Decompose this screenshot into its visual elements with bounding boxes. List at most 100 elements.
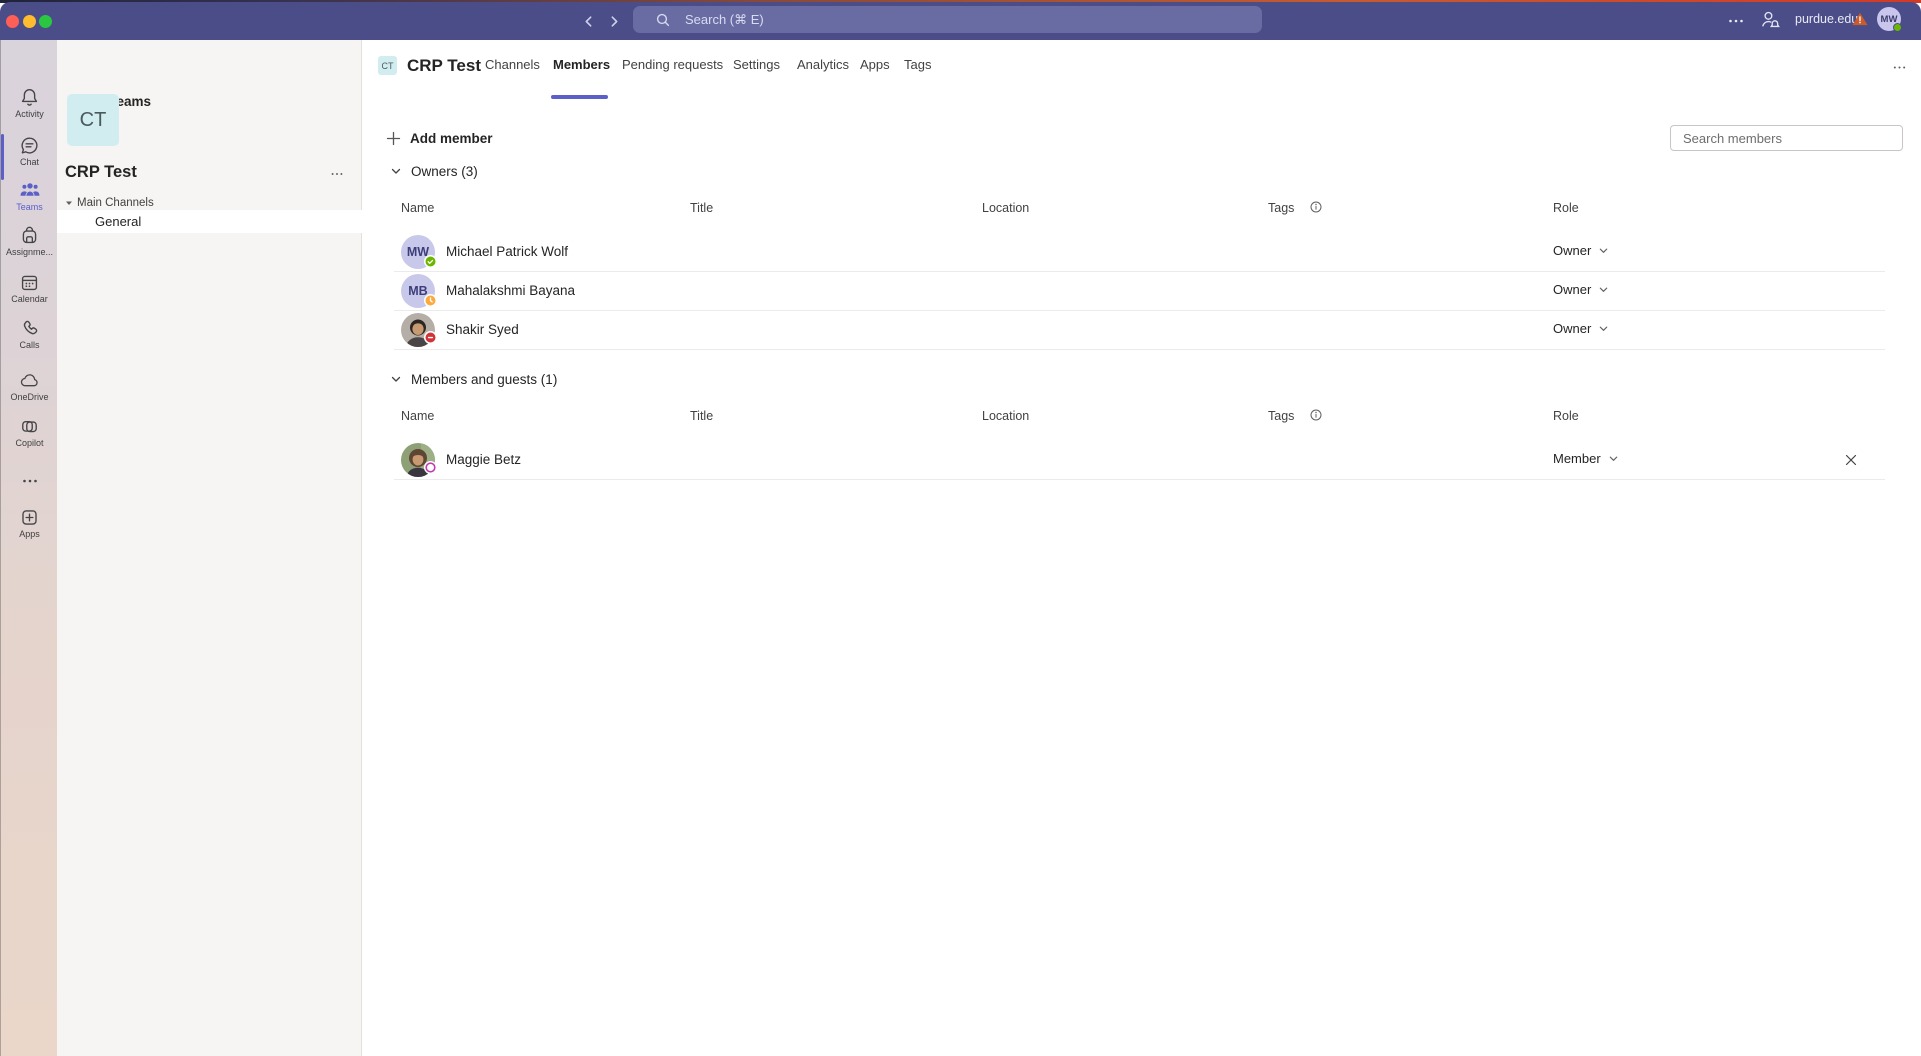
tab-analytics[interactable]: Analytics	[797, 57, 849, 72]
backpack-icon	[19, 224, 40, 246]
main-panel: CT CRP Test Channels Members Pending reque…	[362, 40, 1921, 1056]
rail-item-onedrive[interactable]: OneDrive	[1, 369, 58, 402]
rail-item-calendar[interactable]: Calendar	[1, 271, 58, 304]
minimize-window-button[interactable]	[23, 15, 36, 28]
user-avatar[interactable]: MW	[1877, 7, 1901, 31]
rail-item-teams[interactable]: Teams	[1, 179, 58, 212]
phone-icon	[19, 317, 40, 339]
chat-icon	[19, 134, 40, 156]
team-avatar-initials: CT	[80, 109, 107, 132]
role-value: Owner	[1553, 243, 1591, 258]
sidebar-item-general-channel[interactable]: General	[57, 210, 362, 233]
channel-group-toggle[interactable]: Main Channels	[65, 197, 154, 209]
page-title: CRP Test	[407, 56, 481, 76]
presence-busy-icon	[424, 331, 437, 349]
header-more-icon[interactable]	[1888, 58, 1910, 76]
rail-item-chat[interactable]: Chat	[1, 134, 58, 167]
tab-settings[interactable]: Settings	[733, 57, 780, 72]
titlebar-more-icon[interactable]	[1726, 11, 1746, 31]
member-name: Shakir Syed	[446, 322, 519, 337]
sidebar-team-name: CRP Test	[65, 163, 137, 182]
tab-members[interactable]: Members	[553, 57, 610, 72]
role-dropdown[interactable]: Member	[1553, 451, 1619, 466]
apps-icon	[19, 506, 40, 528]
active-tab-underline	[551, 95, 608, 99]
section-toggle-members-and-guests[interactable]: Members and guests (1)	[390, 369, 557, 389]
role-value: Member	[1553, 451, 1601, 466]
zoom-window-button[interactable]	[39, 15, 52, 28]
role-value: Owner	[1553, 282, 1591, 297]
chevron-down-icon	[390, 373, 402, 385]
rail-item-label: OneDrive	[10, 392, 48, 402]
member-row: Maggie BetzMember	[394, 441, 1885, 480]
more-icon	[20, 470, 40, 492]
team-options-icon[interactable]	[325, 164, 349, 184]
column-header-location: Location	[982, 409, 1029, 423]
calendar-icon	[19, 271, 40, 293]
close-icon	[1844, 453, 1858, 467]
rail-item-assignme[interactable]: Assignme...	[1, 224, 58, 257]
close-window-button[interactable]	[6, 15, 19, 28]
member-row: MBMahalakshmi BayanaOwner	[394, 272, 1885, 311]
section-title: Owners (3)	[411, 164, 478, 179]
member-avatar: MW	[401, 235, 435, 269]
tab-pending-requests[interactable]: Pending requests	[622, 57, 723, 72]
invite-people-icon[interactable]	[1758, 8, 1781, 31]
column-header-role: Role	[1553, 201, 1579, 215]
team-avatar: CT	[67, 94, 119, 146]
user-presence-available-icon	[1893, 23, 1902, 32]
app-rail: Activity Chat Teams Assignme... Calendar Call…	[0, 40, 57, 1056]
rail-item-label: Assignme...	[6, 247, 53, 257]
member-row: MW Michael Patrick Wolf Owner	[394, 233, 1885, 272]
tab-channels[interactable]: Channels	[485, 57, 540, 72]
member-avatar	[401, 313, 435, 347]
global-search-input[interactable]: Search (⌘ E)	[633, 6, 1262, 33]
header-team-avatar: CT	[378, 56, 397, 75]
rail-item-label: Calendar	[11, 294, 48, 304]
column-header-title: Title	[690, 409, 713, 423]
info-icon[interactable]	[1310, 201, 1322, 216]
section-toggle-owners[interactable]: Owners (3)	[390, 161, 478, 181]
teams-sidebar: All teams CT CRP Test Main Channels Gene…	[57, 40, 362, 1056]
member-avatar: MB	[401, 274, 435, 308]
rail-item-label: Activity	[15, 109, 44, 119]
search-members-input[interactable]	[1670, 125, 1903, 151]
remove-member-button[interactable]	[1841, 450, 1861, 470]
rail-item-activity[interactable]: Activity	[1, 86, 58, 119]
rail-item-copilot[interactable]: Copilot	[1, 415, 58, 448]
rail-item-label: Copilot	[15, 438, 43, 448]
member-row: Shakir Syed Owner	[394, 311, 1885, 350]
nav-forward-icon[interactable]	[601, 8, 627, 34]
search-placeholder: Search (⌘ E)	[685, 12, 764, 28]
role-dropdown[interactable]: Owner	[1553, 282, 1609, 297]
titlebar: Search (⌘ E) purdue.edu MW	[0, 2, 1921, 40]
rail-item-label: Apps	[19, 529, 40, 539]
column-header-role: Role	[1553, 409, 1579, 423]
dd-chevron-icon	[1598, 323, 1609, 334]
section-title: Members and guests (1)	[411, 372, 557, 387]
rail-item-more[interactable]	[1, 470, 58, 492]
column-header-title: Title	[690, 201, 713, 215]
tab-apps[interactable]: Apps	[860, 57, 890, 72]
dd-chevron-icon	[1608, 453, 1619, 464]
info-icon[interactable]	[1310, 409, 1322, 424]
rail-item-calls[interactable]: Calls	[1, 317, 58, 350]
tab-tags[interactable]: Tags	[904, 57, 931, 72]
add-member-button[interactable]: Add member	[386, 125, 493, 151]
dd-chevron-icon	[1598, 245, 1609, 256]
team-header: CT CRP Test Channels Members Pending reque…	[362, 40, 1921, 103]
member-avatar	[401, 443, 435, 477]
channel-name: General	[95, 214, 141, 229]
rail-item-label: Calls	[19, 340, 39, 350]
rail-item-apps[interactable]: Apps	[1, 506, 58, 539]
member-name: Michael Patrick Wolf	[446, 244, 568, 259]
account-warning-icon[interactable]	[1852, 12, 1868, 26]
account-domain[interactable]: purdue.edu	[1795, 12, 1858, 26]
teams-icon	[19, 179, 41, 201]
chevron-down-icon	[390, 165, 402, 177]
add-member-label: Add member	[410, 131, 493, 146]
nav-back-icon[interactable]	[575, 8, 601, 34]
role-dropdown[interactable]: Owner	[1553, 321, 1609, 336]
column-header-tags: Tags	[1268, 409, 1322, 424]
role-dropdown[interactable]: Owner	[1553, 243, 1609, 258]
